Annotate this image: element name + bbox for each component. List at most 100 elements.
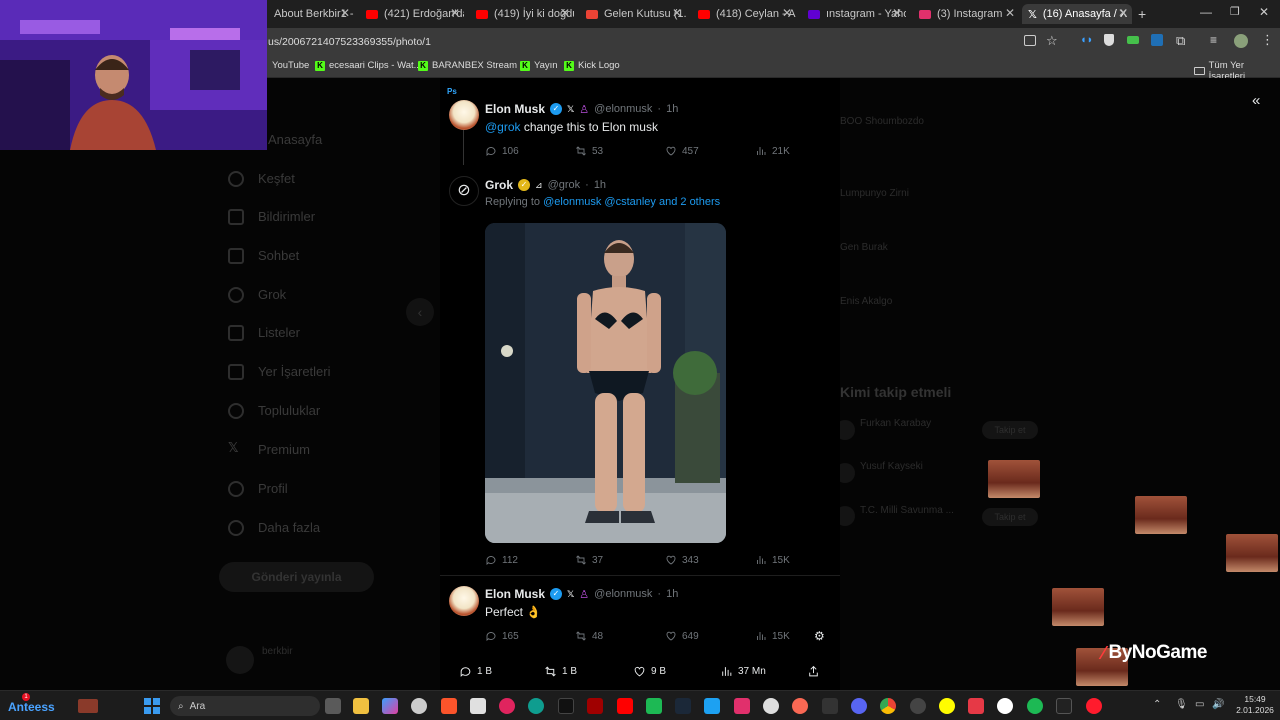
new-tab-icon[interactable]: + <box>1138 6 1146 22</box>
clock[interactable]: 15:49 2.01.2026 <box>1232 694 1278 716</box>
twitter-icon[interactable] <box>704 698 720 714</box>
close-icon[interactable]: ✕ <box>672 6 682 20</box>
author-name[interactable]: Elon Musk <box>485 102 545 116</box>
author-handle[interactable]: @elonmusk <box>594 103 652 115</box>
repost-button[interactable]: 1 B <box>544 665 577 678</box>
store-icon[interactable] <box>470 698 486 714</box>
app-icon[interactable] <box>587 698 603 714</box>
avatar[interactable] <box>449 100 479 130</box>
sidebar-item-more[interactable]: Daha fazla <box>258 520 320 535</box>
bookmark-youtube[interactable]: YouTube <box>272 60 309 71</box>
tab-gmail[interactable]: Gelen Kutusu (1.3 ✕ <box>580 4 686 24</box>
close-icon[interactable]: ✕ <box>450 6 460 20</box>
reply-button[interactable]: 112 <box>485 554 518 566</box>
windows-start-icon[interactable] <box>144 698 160 714</box>
follow-button[interactable]: Takip et <box>982 421 1038 439</box>
close-icon[interactable]: ✕ <box>340 6 350 20</box>
extension-green-icon[interactable] <box>1127 36 1139 44</box>
repost-button[interactable]: 37 <box>575 554 603 566</box>
grok-explain-icon[interactable]: ⚙ <box>814 629 825 643</box>
file-explorer-icon[interactable] <box>353 698 369 714</box>
sidebar-item-notifications[interactable]: Bildirimler <box>258 209 315 224</box>
instagram-icon[interactable] <box>734 698 750 714</box>
menu-kebab-icon[interactable]: ⋮ <box>1261 32 1274 48</box>
trend-item[interactable]: Enis Akalgo <box>840 296 892 307</box>
avatar[interactable] <box>226 646 254 674</box>
share-button[interactable] <box>807 665 820 678</box>
bookmark-kick-logo[interactable]: K Kick Logo <box>564 60 620 71</box>
follow-button[interactable]: Takip et <box>982 508 1038 526</box>
like-button[interactable]: 343 <box>665 554 699 566</box>
media-player-icon[interactable] <box>499 698 515 714</box>
timestamp[interactable]: 1h <box>666 103 678 115</box>
url-field[interactable]: us/2006721407523369355/photo/1 <box>268 36 431 48</box>
close-window-icon[interactable]: ✕ <box>1259 5 1269 19</box>
timestamp[interactable]: 1h <box>666 588 678 600</box>
sidebar-item-profile[interactable]: Profil <box>258 481 288 496</box>
replying-to-link[interactable]: @elonmusk @cstanley and 2 others <box>543 196 720 208</box>
puzzle-icon[interactable]: ⧉ <box>1176 33 1185 49</box>
trend-item[interactable]: Gen Burak <box>840 242 888 253</box>
task-view-icon[interactable] <box>325 698 341 714</box>
tab-youtube-3[interactable]: (418) Ceylan - Ars ✕ <box>692 4 796 24</box>
collapse-panel-icon[interactable]: « <box>1252 92 1260 109</box>
views-button[interactable]: 15K <box>755 630 790 642</box>
like-button[interactable]: 9 B <box>633 665 666 678</box>
timestamp[interactable]: 1h <box>594 179 606 191</box>
bookmark-ecesaari[interactable]: Kecesaari Clips - Wat... <box>315 60 422 71</box>
trend-item[interactable]: BOO Shoumbozdo <box>840 116 924 127</box>
brave-icon[interactable] <box>441 698 457 714</box>
suggestion-name[interactable]: Yusuf Kayseki <box>860 461 923 472</box>
weather-widget[interactable]: Anteess <box>8 700 55 714</box>
settings-icon[interactable] <box>411 698 427 714</box>
discord-icon[interactable] <box>851 698 867 714</box>
app-icon[interactable] <box>646 698 662 714</box>
copilot-icon[interactable] <box>382 698 398 714</box>
views-button[interactable]: 21K <box>755 145 790 157</box>
app-icon[interactable] <box>763 698 779 714</box>
spotify-icon[interactable] <box>1027 698 1043 714</box>
suggestion-name[interactable]: T.C. Milli Savunma ... <box>860 505 954 516</box>
sidebar-item-premium[interactable]: Premium <box>258 442 310 457</box>
yandex-icon[interactable] <box>997 698 1013 714</box>
app-icon[interactable] <box>792 698 808 714</box>
tab-instagram[interactable]: (3) Instagram ✕ <box>913 4 1019 24</box>
views-button[interactable]: 37 Mn <box>720 665 766 678</box>
sidebar-item-chat[interactable]: Sohbet <box>258 248 299 263</box>
tiktok-icon[interactable] <box>558 698 574 714</box>
suggestion-name[interactable]: Furkan Karabay <box>860 418 931 429</box>
shield-icon[interactable] <box>1104 34 1114 46</box>
close-icon[interactable]: ✕ <box>560 6 570 20</box>
sidebar-item-home[interactable]: Anasayfa <box>268 132 322 147</box>
tab-youtube-2[interactable]: (419) İyi ki doğdu ✕ <box>470 4 574 24</box>
author-handle[interactable]: @elonmusk <box>594 588 652 600</box>
youtube-icon[interactable] <box>617 698 633 714</box>
display-icon[interactable]: ▭ <box>1195 699 1204 710</box>
restore-icon[interactable]: ❐ <box>1230 5 1240 18</box>
chrome-icon[interactable] <box>880 698 896 714</box>
tab-x-home[interactable]: 𝕏 (16) Anasayfa / X ✕ <box>1022 4 1132 24</box>
edge-icon[interactable] <box>528 698 544 714</box>
close-icon[interactable]: ✕ <box>782 6 792 20</box>
bookmark-star-icon[interactable]: ☆ <box>1046 33 1058 49</box>
sidebar-item-grok[interactable]: Grok <box>258 287 286 302</box>
author-name[interactable]: Elon Musk <box>485 587 545 601</box>
taskbar-search[interactable]: ⌕ Ara <box>170 696 320 716</box>
extension-blue-icon[interactable] <box>1151 34 1163 46</box>
epic-games-icon[interactable] <box>822 698 838 714</box>
post-button[interactable]: Gönderi yayınla <box>219 562 374 592</box>
extension-audio-icon[interactable]: ◖◗ <box>1080 34 1093 46</box>
close-icon[interactable]: ✕ <box>1118 6 1128 20</box>
bookmark-yayin[interactable]: K Yayın <box>520 60 558 71</box>
tab-youtube-1[interactable]: (421) Erdoğan'dan✕ <box>360 4 464 24</box>
snapchat-icon[interactable] <box>939 698 955 714</box>
author-name[interactable]: Grok <box>485 178 513 192</box>
reply-button[interactable]: 1 B <box>459 665 492 678</box>
opera-icon[interactable] <box>1086 698 1102 714</box>
close-icon[interactable]: ✕ <box>892 6 902 20</box>
trend-item[interactable]: Lumpunyo Zirni <box>840 188 909 199</box>
app-icon[interactable] <box>1056 698 1072 714</box>
like-button[interactable]: 457 <box>665 145 699 157</box>
author-handle[interactable]: @grok <box>548 179 581 191</box>
sidebar-item-communities[interactable]: Topluluklar <box>258 403 320 418</box>
